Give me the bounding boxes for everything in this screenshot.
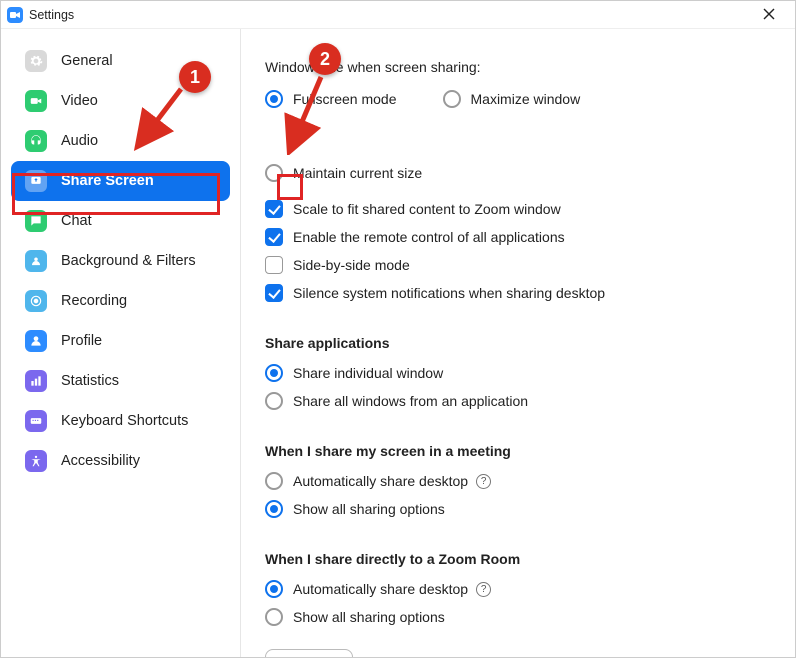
option-label: Automatically share desktop: [293, 581, 468, 597]
option-label: Side-by-side mode: [293, 257, 410, 273]
profile-icon: [25, 330, 47, 352]
window-size-option[interactable]: Maximize window: [443, 85, 581, 113]
sidebar-item-label: Recording: [61, 293, 127, 309]
window-title: Settings: [29, 8, 749, 22]
sidebar-item-accessibility[interactable]: Accessibility: [11, 441, 230, 481]
sidebar-item-label: Accessibility: [61, 453, 140, 469]
radio-option[interactable]: Automatically share desktop?: [265, 467, 771, 495]
sidebar-item-keyboard-shortcuts[interactable]: Keyboard Shortcuts: [11, 401, 230, 441]
meeting-radio-group: Automatically share desktop? Show all sha…: [265, 467, 771, 523]
sidebar-item-background-filters[interactable]: Background & Filters: [11, 241, 230, 281]
video-icon: [25, 90, 47, 112]
radio-option[interactable]: Share individual window: [265, 359, 771, 387]
option-label: Scale to fit shared content to Zoom wind…: [293, 201, 561, 217]
audio-icon: [25, 130, 47, 152]
sidebar-item-label: Audio: [61, 133, 98, 149]
option-label: Share individual window: [293, 365, 443, 381]
window-size-option[interactable]: Maintain current size: [265, 159, 422, 187]
option-label: Silence system notifications when sharin…: [293, 285, 605, 301]
close-icon: [763, 8, 775, 20]
sidebar-item-label: Statistics: [61, 373, 119, 389]
option-label: Show all sharing options: [293, 501, 445, 517]
sidebar-item-label: General: [61, 53, 113, 69]
chat-icon: [25, 210, 47, 232]
sidebar-item-label: Share Screen: [61, 173, 154, 189]
radio-icon: [265, 608, 283, 626]
radio-icon: [265, 472, 283, 490]
radio-option[interactable]: Automatically share desktop?: [265, 575, 771, 603]
statistics-icon: [25, 370, 47, 392]
general-checkboxes: Scale to fit shared content to Zoom wind…: [265, 195, 771, 307]
share-icon: [25, 170, 47, 192]
share-apps-radio-group: Share individual window Share all windows…: [265, 359, 771, 415]
recording-icon: [25, 290, 47, 312]
zoomroom-radio-group: Automatically share desktop? Show all sha…: [265, 575, 771, 631]
radio-icon: [265, 580, 283, 598]
background-icon: [25, 250, 47, 272]
option-label: Maintain current size: [293, 165, 422, 181]
checkbox-icon: [265, 284, 283, 302]
window-size-option[interactable]: Fullscreen mode: [265, 85, 397, 113]
checkbox-icon: [265, 200, 283, 218]
sidebar-item-audio[interactable]: Audio: [11, 121, 230, 161]
zoom-app-icon: [7, 7, 23, 23]
option-label: Fullscreen mode: [293, 91, 397, 107]
checkbox-option[interactable]: Side-by-side mode: [265, 251, 771, 279]
option-label: Show all sharing options: [293, 609, 445, 625]
radio-icon: [265, 364, 283, 382]
window-body: General Video Audio Share Screen Chat Backgro…: [1, 29, 795, 657]
checkbox-icon: [265, 256, 283, 274]
settings-window: Settings General Video Audio Share Screen Ch…: [0, 0, 796, 658]
sidebar-item-chat[interactable]: Chat: [11, 201, 230, 241]
option-label: Share all windows from an application: [293, 393, 528, 409]
radio-option[interactable]: Share all windows from an application: [265, 387, 771, 415]
option-label: Enable the remote control of all applica…: [293, 229, 565, 245]
radio-icon: [265, 500, 283, 518]
option-label: Automatically share desktop: [293, 473, 468, 489]
sidebar-item-recording[interactable]: Recording: [11, 281, 230, 321]
keyboard-icon: [25, 410, 47, 432]
radio-icon: [265, 392, 283, 410]
sidebar-item-label: Video: [61, 93, 98, 109]
radio-option[interactable]: Show all sharing options: [265, 603, 771, 631]
sidebar-item-profile[interactable]: Profile: [11, 321, 230, 361]
sidebar: General Video Audio Share Screen Chat Backgro…: [1, 29, 241, 657]
sidebar-item-general[interactable]: General: [11, 41, 230, 81]
sidebar-item-label: Profile: [61, 333, 102, 349]
accessibility-icon: [25, 450, 47, 472]
meeting-heading: When I share my screen in a meeting: [265, 443, 771, 459]
advanced-button[interactable]: Advanced: [265, 649, 353, 657]
radio-option[interactable]: Show all sharing options: [265, 495, 771, 523]
checkbox-option[interactable]: Silence system notifications when sharin…: [265, 279, 771, 307]
content-pane: Window size when screen sharing: Fullscr…: [241, 29, 795, 657]
sidebar-item-video[interactable]: Video: [11, 81, 230, 121]
share-apps-heading: Share applications: [265, 335, 771, 351]
checkbox-option[interactable]: Enable the remote control of all applica…: [265, 223, 771, 251]
sidebar-item-label: Background & Filters: [61, 253, 196, 269]
radio-icon: [443, 90, 461, 108]
window-size-heading: Window size when screen sharing:: [265, 59, 771, 75]
help-icon[interactable]: ?: [476, 582, 491, 597]
window-size-radio-group: Fullscreen mode Maximize window Maintain c…: [265, 85, 771, 187]
checkbox-option[interactable]: Scale to fit shared content to Zoom wind…: [265, 195, 771, 223]
sidebar-item-label: Chat: [61, 213, 92, 229]
checkbox-icon: [265, 228, 283, 246]
help-icon[interactable]: ?: [476, 474, 491, 489]
sidebar-item-share-screen[interactable]: Share Screen: [11, 161, 230, 201]
sidebar-item-statistics[interactable]: Statistics: [11, 361, 230, 401]
close-button[interactable]: [749, 7, 789, 23]
titlebar: Settings: [1, 1, 795, 29]
gear-icon: [25, 50, 47, 72]
zoomroom-heading: When I share directly to a Zoom Room: [265, 551, 771, 567]
option-label: Maximize window: [471, 91, 581, 107]
radio-icon: [265, 164, 283, 182]
radio-icon: [265, 90, 283, 108]
sidebar-item-label: Keyboard Shortcuts: [61, 413, 188, 429]
